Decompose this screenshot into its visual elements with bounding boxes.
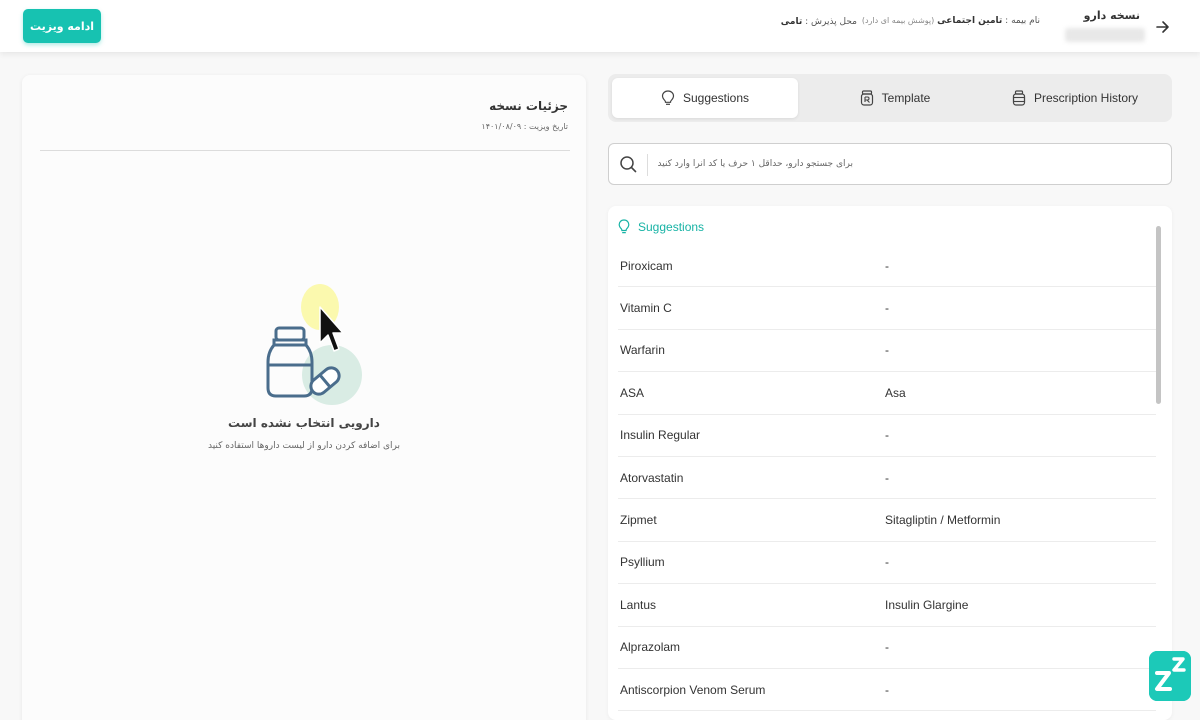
drug-name: Atorvastatin <box>620 470 684 485</box>
prescription-title: نسخه دارو <box>1083 9 1140 22</box>
patient-name-blurred <box>1065 28 1145 42</box>
list-item[interactable]: Atorvastatin - <box>618 457 1156 500</box>
list-item[interactable]: Psyllium - <box>618 542 1156 585</box>
scrollbar[interactable] <box>1156 226 1161 404</box>
suggestions-header-label: Suggestions <box>638 220 705 234</box>
drug-generic: - <box>885 258 889 273</box>
drug-search-box <box>608 143 1172 185</box>
history-icon <box>1012 90 1026 106</box>
drug-name: ASA <box>620 385 645 400</box>
list-item[interactable]: Insulin Regular - <box>618 415 1156 457</box>
drug-generic: - <box>885 428 889 443</box>
list-item[interactable]: Antiscorpion Venom Serum - <box>618 669 1156 712</box>
drug-generic: - <box>885 301 889 316</box>
drug-name: Vitamin C <box>620 301 672 316</box>
tab-suggestions-label: Suggestions <box>682 91 750 105</box>
tab-template-label: Template <box>881 91 931 105</box>
list-item[interactable]: Zipmet Sitagliptin / Metformin <box>618 499 1156 542</box>
drug-search-input[interactable] <box>653 149 853 179</box>
search-separator <box>647 154 648 176</box>
insurance-note: (پوشش بیمه ای دارد) <box>861 16 935 25</box>
empty-state-title: دارویی انتخاب نشده است <box>228 416 380 430</box>
insurance-info: نام بیمه : تامین اجتماعی (پوشش بیمه ای د… <box>862 16 1040 26</box>
drug-name: Psyllium <box>620 555 665 570</box>
drug-generic: - <box>885 682 889 697</box>
drug-generic: - <box>885 343 889 358</box>
drug-generic: - <box>885 470 889 485</box>
drug-name: Lantus <box>620 597 657 612</box>
details-title: جزئیات نسخه <box>489 99 568 113</box>
template-icon <box>860 90 873 106</box>
tab-template[interactable]: Template <box>802 78 988 118</box>
search-icon[interactable] <box>619 155 637 173</box>
empty-state-subtitle: برای اضافه کردن دارو از لیست داروها استف… <box>207 441 401 451</box>
list-item[interactable]: Piroxicam - <box>618 245 1156 288</box>
prescription-details-panel: جزئیات نسخه تاریخ ویزیت : ۱۴۰۱/۰۸/۰۹ دار… <box>22 75 586 720</box>
insurance-value: تامین اجتماعی <box>937 16 1003 26</box>
list-item[interactable]: Lantus Insulin Glargine <box>618 584 1156 627</box>
divider <box>40 150 570 151</box>
tab-bar: Suggestions Template Prescription Histor… <box>608 74 1172 122</box>
list-item[interactable]: Warfarin - <box>618 330 1156 373</box>
suggestions-panel: Suggestions Piroxicam - Vitamin C - Warfar… <box>608 206 1172 720</box>
lightbulb-icon <box>661 90 675 105</box>
drug-name: Warfarin <box>620 343 665 358</box>
tab-prescription-history[interactable]: Prescription History <box>982 78 1168 118</box>
drug-generic: - <box>885 555 889 570</box>
drug-generic: Sitagliptin / Metformin <box>885 513 1001 528</box>
drug-name: Alprazolam <box>620 640 681 655</box>
zz-logo-icon[interactable] <box>1149 651 1191 701</box>
drug-name: Piroxicam <box>620 258 673 273</box>
drug-generic: Asa <box>885 385 906 400</box>
arrow-right-icon[interactable] <box>1156 20 1170 34</box>
visit-date: تاریخ ویزیت : ۱۴۰۱/۰۸/۰۹ <box>481 122 568 131</box>
list-item[interactable]: Vitamin C - <box>618 287 1156 330</box>
drug-generic: - <box>885 640 889 655</box>
drug-name: Antiscorpion Venom Serum <box>620 682 766 697</box>
drug-name: Insulin Regular <box>620 428 701 443</box>
lightbulb-icon <box>618 219 630 234</box>
drug-name: Zipmet <box>620 513 657 528</box>
top-header: ادامه ویزیت محل پذیرش : تامی نام بیمه : … <box>0 0 1200 52</box>
tab-prescription-history-label: Prescription History <box>1033 91 1139 105</box>
admission-label: محل پذیرش : <box>805 17 857 27</box>
list-item[interactable]: Alprazolam - <box>618 627 1156 669</box>
mouse-cursor-icon <box>319 306 344 352</box>
admission-value: تامی <box>780 17 803 27</box>
suggestions-list: Piroxicam - Vitamin C - Warfarin - ASA Asa I… <box>608 245 1156 712</box>
drug-generic: Insulin Glargine <box>885 597 969 612</box>
insurance-label: نام بیمه : <box>1005 16 1040 26</box>
tab-suggestions[interactable]: Suggestions <box>612 78 798 118</box>
suggestions-header: Suggestions <box>618 218 704 236</box>
admission-place: محل پذیرش : تامی <box>781 17 857 27</box>
list-item[interactable]: ASA Asa <box>618 372 1156 415</box>
continue-visit-button[interactable]: ادامه ویزیت <box>23 9 101 43</box>
